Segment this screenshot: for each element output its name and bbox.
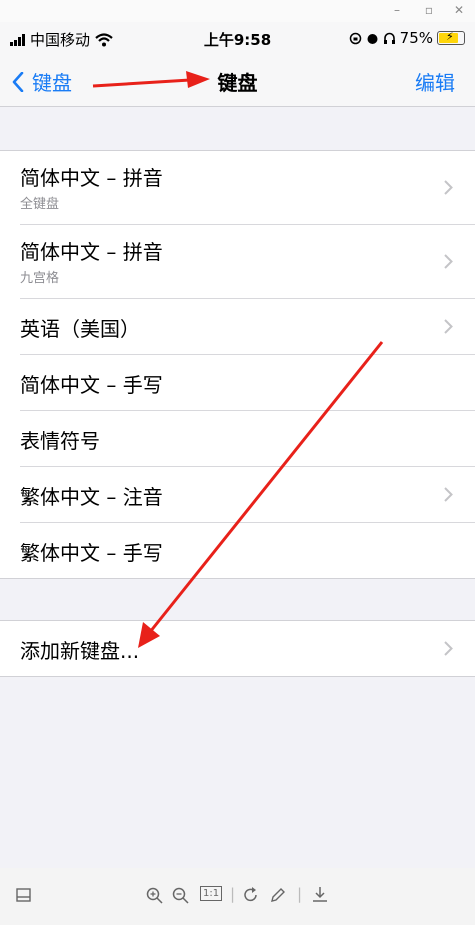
chevron-right-icon [444,180,453,195]
zoom-out-icon[interactable] [172,887,189,904]
keyboard-title: 繁体中文 – 手写 [20,541,163,565]
battery-percent: 75% [399,29,433,47]
keyboard-row[interactable]: 简体中文 – 手写 [20,355,475,411]
keyboard-title: 英语（美国） [20,317,140,341]
keyboard-list: 简体中文 – 拼音 全键盘 简体中文 – 拼音 九宫格 英语（美国） 简体中文 … [0,150,475,579]
alarm-icon [367,33,378,44]
orientation-lock-icon [349,32,361,44]
keyboard-title: 繁体中文 – 注音 [20,485,163,509]
add-keyboard-row[interactable]: 添加新键盘... [20,621,475,676]
keyboard-row[interactable]: 简体中文 – 拼音 全键盘 [20,151,475,225]
close-icon[interactable]: ✕ [451,3,467,17]
toolbar-divider: | [297,885,303,903]
keyboard-row[interactable]: 表情符号 [20,411,475,467]
keyboard-subtitle: 全键盘 [20,197,60,212]
add-keyboard-group: 添加新键盘... [0,620,475,677]
chevron-right-icon [444,319,453,334]
keyboard-title: 简体中文 – 拼音 [20,240,163,264]
keyboard-title: 表情符号 [20,429,100,453]
chevron-right-icon [444,254,453,269]
maximize-icon[interactable]: ▫ [421,3,437,17]
download-icon[interactable] [312,886,328,903]
panel-icon[interactable] [16,888,31,902]
keyboard-row[interactable]: 繁体中文 – 手写 [20,523,475,578]
headphones-icon [383,32,395,44]
edit-button[interactable]: 编辑 [415,67,455,96]
rotate-icon[interactable] [243,887,259,903]
keyboard-row[interactable]: 英语（美国） [20,299,475,355]
pencil-icon[interactable] [270,887,286,903]
window-titlebar: – ▫ ✕ [0,0,475,22]
actual-size-button[interactable]: 1:1 [200,886,223,901]
keyboard-subtitle: 九宫格 [20,271,60,286]
toolbar-divider: | [230,885,236,903]
keyboard-title: 简体中文 – 手写 [20,373,163,397]
add-keyboard-label: 添加新键盘... [20,639,140,663]
page-title: 键盘 [217,71,258,95]
viewer-toolbar: 1:1 | | [0,868,475,925]
battery-icon: ⚡ [437,30,465,45]
keyboard-title: 简体中文 – 拼音 [20,166,163,190]
chevron-right-icon [444,641,453,656]
minimize-icon[interactable]: – [389,3,405,17]
status-bar: 中国移动 上午9:58 75% ⚡ [0,22,475,56]
zoom-in-icon[interactable] [146,887,163,904]
keyboard-row[interactable]: 简体中文 – 拼音 九宫格 [20,225,475,299]
chevron-right-icon [444,487,453,502]
navigation-bar: 键盘 键盘 编辑 [0,56,475,107]
keyboard-row[interactable]: 繁体中文 – 注音 [20,467,475,523]
